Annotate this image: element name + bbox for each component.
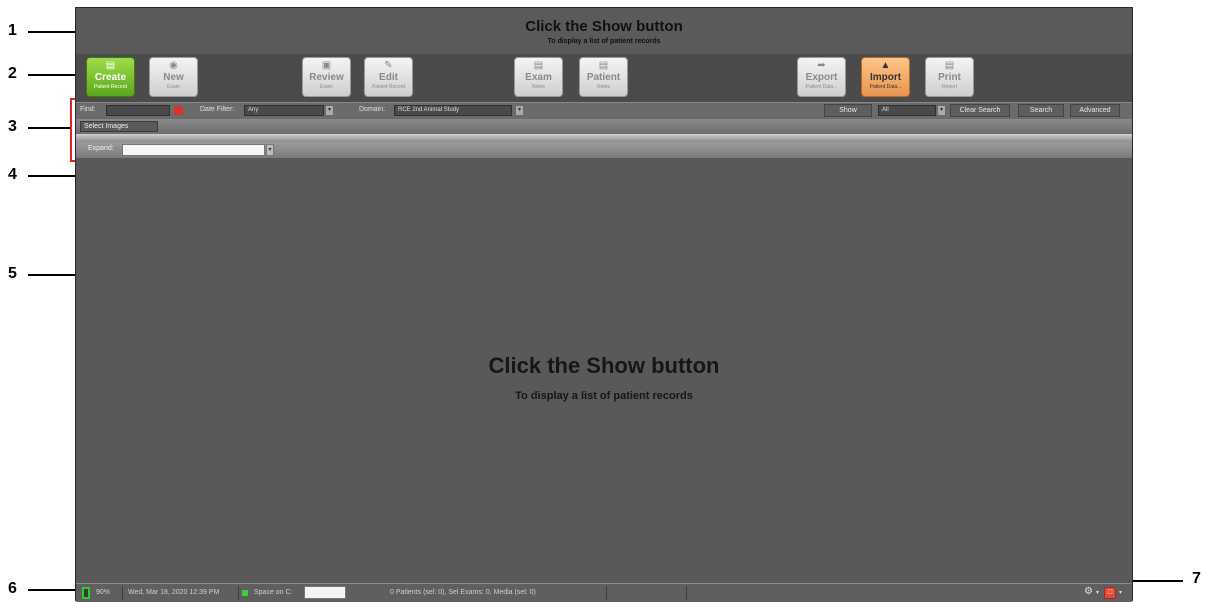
- find-clear-icon[interactable]: [174, 106, 183, 115]
- divider: [686, 586, 687, 600]
- title-bar: Click the Show button To display a list …: [76, 8, 1132, 54]
- show-select[interactable]: All: [878, 105, 936, 116]
- new-exam-button[interactable]: ◉ New Exam: [149, 57, 198, 97]
- main-toolbar: ▤ Create Patient Record ◉ New Exam ▣ Rev…: [76, 54, 1132, 102]
- date-filter-label: Date Filter:: [200, 106, 235, 113]
- camera-icon: ◉: [169, 60, 178, 71]
- disk-space-meter: [304, 586, 346, 599]
- button-label: Edit: [379, 72, 398, 83]
- notes-icon: ▤: [598, 60, 609, 71]
- page-subtitle: To display a list of patient records: [547, 38, 661, 45]
- button-label: Export: [805, 72, 838, 83]
- domain-select[interactable]: RCE 2nd Animal Study: [394, 105, 512, 116]
- callout-line: [28, 127, 72, 129]
- button-sublabel: Patient Data...: [869, 84, 902, 90]
- expand-label: Expand:: [88, 145, 114, 152]
- divider: [238, 586, 239, 600]
- callout-number: 3: [8, 118, 17, 135]
- button-label: Exam: [525, 72, 552, 83]
- callout-line: [28, 74, 78, 76]
- callout-number: 6: [8, 580, 17, 597]
- chevron-down-icon[interactable]: ▾: [266, 144, 274, 156]
- callout-number: 7: [1192, 570, 1201, 587]
- callout-number: 2: [8, 65, 17, 82]
- button-sublabel: Patient Data...: [805, 84, 838, 90]
- domain-label: Domain:: [359, 106, 386, 113]
- callout-line: [28, 31, 78, 33]
- button-sublabel: Notes: [596, 84, 611, 90]
- find-label: Find:: [80, 106, 96, 113]
- printer-icon: ▤: [944, 60, 955, 71]
- create-patient-record-button[interactable]: ▤ Create Patient Record: [86, 57, 135, 97]
- id-card-icon: ▤: [105, 60, 116, 71]
- edit-patient-record-button[interactable]: ✎ Edit Patient Record: [364, 57, 413, 97]
- chevron-down-icon[interactable]: ▾: [326, 106, 333, 115]
- button-label: Print: [938, 72, 961, 83]
- edit-icon: ✎: [384, 60, 393, 71]
- chevron-down-icon[interactable]: ▾: [1096, 589, 1099, 596]
- chevron-down-icon[interactable]: ▾: [516, 106, 523, 115]
- status-datetime: Wed, Mar 18, 2020 12:39 PM: [128, 589, 220, 596]
- callout-number: 1: [8, 22, 17, 39]
- import-icon: ▲: [880, 60, 891, 71]
- battery-level: 90%: [96, 589, 111, 596]
- patient-list-area[interactable]: Click the Show button To display a list …: [76, 158, 1132, 583]
- search-button[interactable]: Search: [1018, 104, 1064, 117]
- patient-notes-button[interactable]: ▤ Patient Notes: [579, 57, 628, 97]
- callout-line: [28, 589, 78, 591]
- empty-state-subtitle: To display a list of patient records: [515, 390, 693, 402]
- chevron-down-icon[interactable]: ▾: [938, 106, 945, 115]
- disk-status-icon: [242, 590, 248, 596]
- import-patient-data-button[interactable]: ▲ Import Patient Data...: [861, 57, 910, 97]
- find-input[interactable]: [106, 105, 170, 116]
- monitor-icon: ▣: [321, 60, 332, 71]
- expand-bar: Expand: ▾: [76, 142, 1132, 158]
- review-exam-button[interactable]: ▣ Review Exam: [302, 57, 351, 97]
- button-label: New: [163, 72, 184, 83]
- button-sublabel: Patient Record: [93, 84, 128, 90]
- selection-bar: Select Images: [76, 119, 1132, 134]
- button-sublabel: Exam: [320, 84, 333, 90]
- callout-number: 5: [8, 265, 17, 282]
- search-bar: Find: Date Filter: Any ▾ Domain: RCE 2nd…: [76, 102, 1132, 120]
- button-sublabel: Notes: [531, 84, 546, 90]
- button-label: Review: [309, 72, 344, 83]
- callout-number: 4: [8, 166, 17, 183]
- selection-counts: 0 Patients (sel: 0), Sel Exams: 0, Media…: [390, 589, 536, 596]
- print-report-button[interactable]: ▤ Print Report: [925, 57, 974, 97]
- export-icon: ➦: [817, 60, 826, 71]
- show-button[interactable]: Show: [824, 104, 872, 117]
- button-label: Patient: [586, 72, 621, 83]
- page-title: Click the Show button: [525, 18, 683, 35]
- battery-icon: [82, 587, 90, 599]
- clear-search-button[interactable]: Clear Search: [950, 104, 1010, 117]
- app-window: Click the Show button To display a list …: [75, 7, 1133, 602]
- button-label: Import: [869, 72, 902, 83]
- select-images-dropdown[interactable]: Select Images: [80, 121, 158, 132]
- divider: [606, 586, 607, 600]
- button-sublabel: Patient Record: [371, 84, 406, 90]
- gear-icon[interactable]: ⚙: [1084, 586, 1093, 597]
- button-label: Create: [94, 72, 127, 83]
- disk-space-label: Space on C:: [254, 589, 293, 596]
- divider: [76, 134, 1132, 142]
- pdf-icon[interactable]: □: [1104, 587, 1116, 599]
- notes-icon: ▤: [533, 60, 544, 71]
- export-patient-data-button[interactable]: ➦ Export Patient Data...: [797, 57, 846, 97]
- advanced-button[interactable]: Advanced: [1070, 104, 1120, 117]
- date-filter-select[interactable]: Any: [244, 105, 324, 116]
- button-sublabel: Exam: [167, 84, 180, 90]
- button-sublabel: Report: [941, 84, 957, 90]
- status-bar: 90% Wed, Mar 18, 2020 12:39 PM Space on …: [76, 583, 1132, 602]
- divider: [122, 586, 123, 600]
- empty-state-title: Click the Show button: [488, 353, 720, 378]
- expand-input[interactable]: [122, 144, 265, 156]
- exam-notes-button[interactable]: ▤ Exam Notes: [514, 57, 563, 97]
- chevron-down-icon[interactable]: ▾: [1119, 589, 1122, 596]
